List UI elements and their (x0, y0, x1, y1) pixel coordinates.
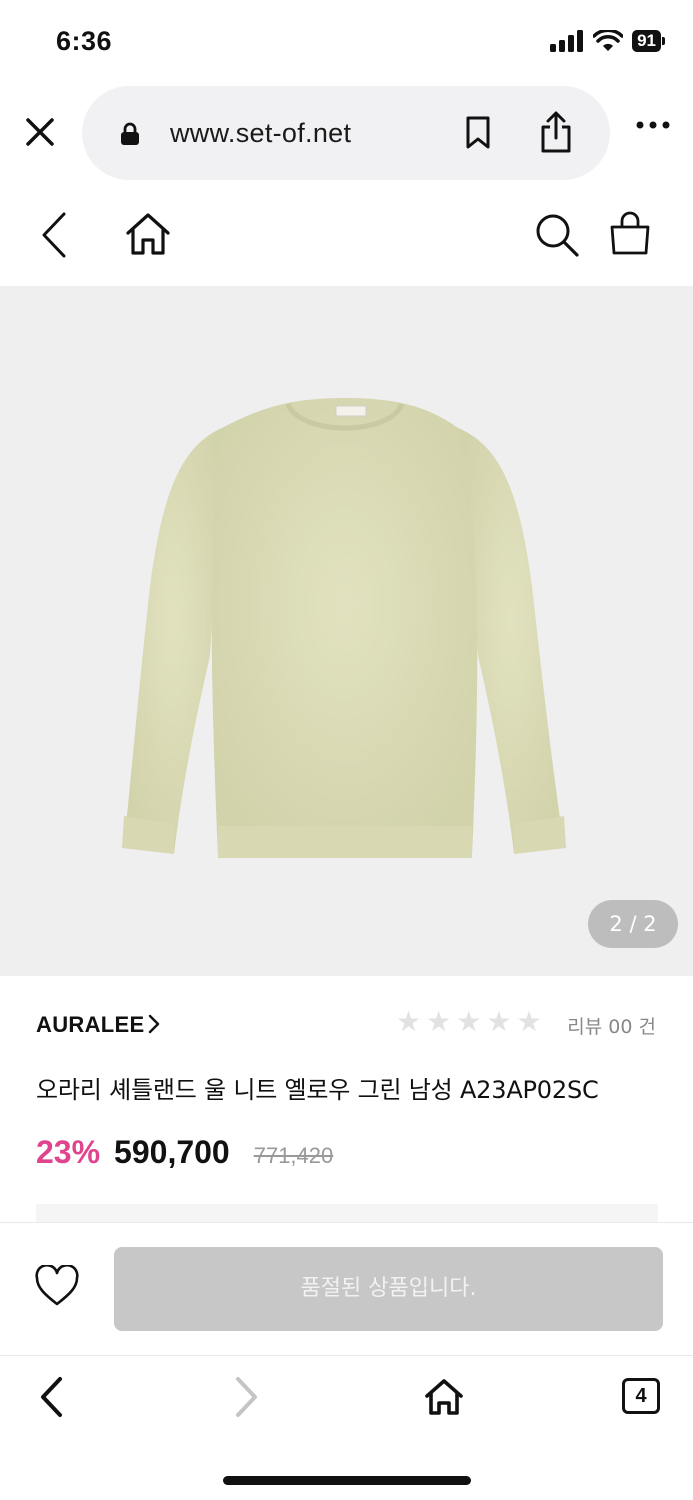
status-indicators: 91 (550, 30, 665, 52)
star-icon: ★ (396, 1005, 422, 1038)
home-icon[interactable] (124, 212, 172, 256)
heart-icon[interactable] (34, 1265, 80, 1307)
product-title: 오라리 셰틀랜드 울 니트 옐로우 그린 남성 A23AP02SC (36, 1076, 599, 1104)
sale-price: 590,700 (114, 1134, 230, 1170)
product-image-gallery[interactable]: 2 / 2 (0, 286, 693, 976)
review-count[interactable]: 리뷰 00 건 (567, 1012, 656, 1039)
more-icon[interactable] (636, 120, 670, 130)
share-icon[interactable] (538, 110, 574, 154)
bookmark-icon[interactable] (464, 116, 492, 150)
product-image (122, 398, 566, 858)
star-icon: ★ (486, 1005, 512, 1038)
purchase-bar: 품절된 상품입니다. (0, 1222, 693, 1356)
image-pager: 2 / 2 (588, 900, 678, 948)
home-icon[interactable] (424, 1378, 464, 1416)
battery-icon: 91 (632, 30, 665, 52)
back-icon[interactable] (38, 1376, 66, 1418)
url-text: www.set-of.net (170, 118, 352, 148)
wifi-icon (593, 30, 624, 51)
section-divider (36, 1204, 658, 1224)
brand-link[interactable]: AURALEE (36, 1012, 144, 1038)
site-header (0, 196, 693, 282)
price-row: 23% 590,700 771,420 (36, 1134, 333, 1178)
brand-rating-row: AURALEE ★ ★ ★ ★ ★ 리뷰 00 건 (36, 1004, 658, 1044)
original-price: 771,420 (253, 1143, 334, 1168)
lock-icon (121, 122, 139, 145)
chevron-right-icon[interactable] (148, 1014, 160, 1034)
back-icon[interactable] (36, 210, 70, 260)
forward-icon[interactable] (232, 1376, 260, 1418)
star-icon: ★ (516, 1005, 542, 1038)
browser-toolbar: 4 (0, 1356, 693, 1500)
status-time: 6:36 (56, 26, 113, 56)
status-bar: 6:36 91 (0, 0, 693, 80)
star-icon: ★ (426, 1005, 452, 1038)
search-icon[interactable] (534, 212, 580, 258)
shopping-bag-icon[interactable] (608, 210, 652, 256)
home-indicator (223, 1476, 471, 1485)
tabs-icon[interactable]: 4 (622, 1378, 660, 1414)
browser-url-bar: www.set-of.net (0, 84, 693, 184)
star-icon: ★ (456, 1005, 482, 1038)
cellular-signal-icon (550, 30, 584, 52)
close-icon[interactable] (22, 114, 58, 150)
rating-stars: ★ ★ ★ ★ ★ (396, 1008, 542, 1036)
sold-out-button[interactable]: 품절된 상품입니다. (114, 1247, 663, 1331)
discount-rate: 23% (36, 1134, 101, 1170)
address-field[interactable]: www.set-of.net (82, 86, 610, 180)
